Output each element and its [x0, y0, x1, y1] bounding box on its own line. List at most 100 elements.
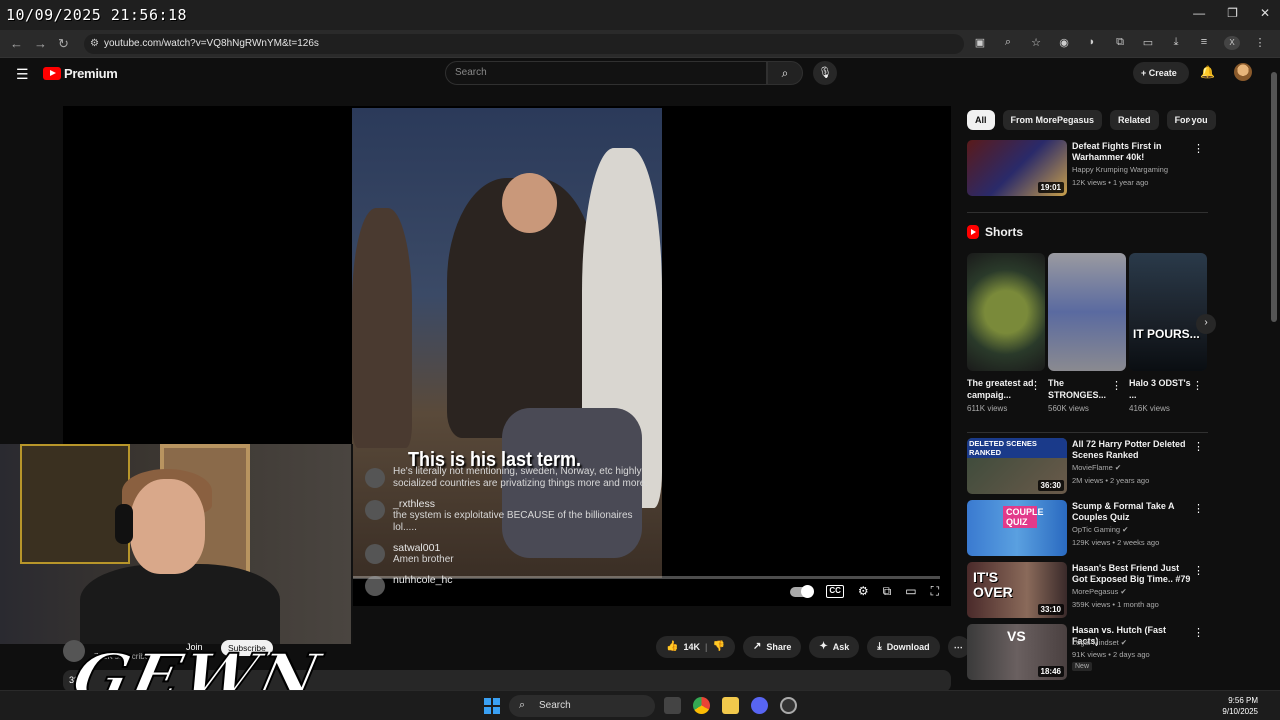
- minimize-button[interactable]: —: [1193, 6, 1205, 20]
- autoplay-toggle[interactable]: [790, 585, 815, 598]
- extensions-puzzle-icon[interactable]: ⧉: [1112, 36, 1128, 50]
- progress-bar[interactable]: [353, 576, 940, 579]
- filter-chips: All From MorePegasus Related For you: [967, 110, 1216, 130]
- video-menu-icon[interactable]: ⋮: [1193, 502, 1204, 515]
- video-menu-icon[interactable]: ⋮: [1193, 440, 1204, 453]
- short-menu-icon[interactable]: ⋮: [1111, 379, 1122, 392]
- ask-button[interactable]: ✦ Ask: [809, 636, 860, 658]
- chip-for-you[interactable]: For you: [1166, 110, 1216, 130]
- chrome-icon[interactable]: [693, 697, 710, 714]
- chips-next-icon[interactable]: ›: [1187, 114, 1191, 126]
- extension-audio-icon[interactable]: ◗: [1084, 36, 1100, 50]
- share-button[interactable]: ↗ Share: [742, 636, 802, 658]
- video-duration: 36:30: [1037, 480, 1064, 491]
- menu-icon[interactable]: ☰: [16, 66, 29, 83]
- video-thumbnail[interactable]: DELETED SCENES RANKED 36:30: [967, 438, 1067, 494]
- shorts-next-button[interactable]: ›: [1196, 314, 1216, 334]
- chip-related[interactable]: Related: [1110, 110, 1159, 130]
- video-menu-icon[interactable]: ⋮: [1193, 626, 1204, 639]
- system-clock[interactable]: 9:56 PM 9/10/2025: [1222, 695, 1258, 717]
- short-item[interactable]: IT POURS... Halo 3 ODST's ... 416K views…: [1129, 253, 1207, 413]
- menu-dots-icon[interactable]: ⋮: [1252, 36, 1268, 50]
- video-menu-icon[interactable]: ⋮: [1193, 564, 1204, 577]
- short-thumbnail[interactable]: [967, 253, 1045, 371]
- short-thumbnail[interactable]: IT POURS...: [1129, 253, 1207, 371]
- short-title[interactable]: The greatest ad campaig...: [967, 377, 1035, 401]
- video-meta: 359K views • 1 month ago: [1072, 600, 1159, 609]
- taskbar-search[interactable]: ⌕ Search: [509, 695, 655, 717]
- video-menu-icon[interactable]: ⋮: [1193, 142, 1204, 155]
- profile-avatar[interactable]: X: [1224, 36, 1240, 50]
- video-thumbnail[interactable]: 19:01: [967, 140, 1067, 196]
- settings-gear-icon[interactable]: ⚙: [858, 584, 869, 599]
- cast-icon[interactable]: ▣: [972, 36, 988, 50]
- windows-start-icon[interactable]: [484, 698, 500, 714]
- short-title[interactable]: The STRONGES...: [1048, 377, 1116, 401]
- obs-icon[interactable]: [780, 697, 797, 714]
- recommended-video[interactable]: 19:01 Defeat Fights First in Warhammer 4…: [967, 140, 1208, 198]
- chip-from-channel[interactable]: From MorePegasus: [1002, 110, 1103, 130]
- bookmark-star-icon[interactable]: ☆: [1028, 36, 1044, 50]
- task-view-icon[interactable]: [664, 697, 681, 714]
- short-item[interactable]: The greatest ad campaig... 611K views ⋮: [967, 253, 1045, 413]
- video-channel[interactable]: OpTic Gaming ✔: [1072, 525, 1128, 534]
- search-icon: ⌕: [781, 66, 789, 80]
- video-thumbnail[interactable]: VS 18:46: [967, 624, 1067, 680]
- maximize-button[interactable]: ❐: [1227, 6, 1238, 20]
- close-button[interactable]: ✕: [1260, 6, 1270, 20]
- video-title[interactable]: Hasan's Best Friend Just Got Exposed Big…: [1072, 563, 1192, 585]
- video-channel[interactable]: MovieFlame ✔: [1072, 463, 1121, 472]
- url-field[interactable]: ⚙ youtube.com/watch?v=VQ8hNgRWnYM&t=126s: [84, 34, 964, 54]
- forward-icon[interactable]: →: [34, 36, 47, 51]
- back-icon[interactable]: ←: [10, 36, 23, 51]
- video-thumbnail[interactable]: COUPLE QUIZ: [967, 500, 1067, 556]
- short-menu-icon[interactable]: ⋮: [1030, 379, 1041, 392]
- zoom-icon[interactable]: ⌕: [1000, 36, 1016, 50]
- ask-label: Ask: [832, 642, 850, 652]
- webcam-person-body: [80, 564, 280, 644]
- user-avatar[interactable]: [1234, 63, 1252, 81]
- video-title[interactable]: Defeat Fights First in Warhammer 40k!: [1072, 141, 1192, 163]
- file-explorer-icon[interactable]: [722, 697, 739, 714]
- chip-all[interactable]: All: [967, 110, 995, 130]
- discord-icon[interactable]: [751, 697, 768, 714]
- short-item[interactable]: The STRONGES... 560K views ⋮: [1048, 253, 1126, 413]
- page-scrollbar[interactable]: [1271, 60, 1277, 690]
- fullscreen-icon[interactable]: ⛶: [931, 584, 939, 599]
- create-button[interactable]: + Create: [1133, 62, 1189, 84]
- subtitles-icon[interactable]: CC: [826, 585, 844, 598]
- short-thumbnail[interactable]: [1048, 253, 1126, 371]
- scroll-thumb[interactable]: [1271, 72, 1277, 322]
- sidebar-icon[interactable]: ▭: [1140, 36, 1156, 50]
- media-icon[interactable]: ≡: [1196, 36, 1212, 50]
- miniplayer-icon[interactable]: ⧉: [883, 584, 892, 599]
- video-title[interactable]: Scump & Formal Take A Couples Quiz: [1072, 501, 1192, 523]
- webcam-poster: [20, 444, 130, 564]
- recommended-video[interactable]: IT'S OVER 33:10 Hasan's Best Friend Just…: [967, 562, 1208, 620]
- download-button[interactable]: ⤓ Download: [867, 636, 940, 658]
- recommended-video[interactable]: DELETED SCENES RANKED 36:30 All 72 Harry…: [967, 438, 1208, 496]
- short-menu-icon[interactable]: ⋮: [1192, 379, 1203, 392]
- video-channel[interactable]: MorePegasus ✔: [1072, 587, 1127, 596]
- theater-mode-icon[interactable]: ▭: [905, 584, 916, 599]
- short-title[interactable]: Halo 3 ODST's ...: [1129, 377, 1197, 401]
- video-thumbnail[interactable]: IT'S OVER 33:10: [967, 562, 1067, 618]
- video-channel[interactable]: Legal Mindset ✔: [1072, 638, 1127, 647]
- download-icon[interactable]: ⤓: [1168, 36, 1184, 50]
- mic-icon: 🎙: [818, 67, 832, 79]
- video-title[interactable]: All 72 Harry Potter Deleted Scenes Ranke…: [1072, 439, 1192, 461]
- search-input[interactable]: Search: [445, 61, 767, 85]
- search-button[interactable]: ⌕: [767, 61, 803, 85]
- notifications-bell-icon[interactable]: 🔔: [1200, 65, 1215, 79]
- voice-search-button[interactable]: 🎙: [813, 61, 837, 85]
- thumbs-down-icon[interactable]: 👎: [713, 641, 725, 658]
- youtube-logo[interactable]: Premium: [43, 66, 118, 81]
- video-channel[interactable]: Happy Krumping Wargaming: [1072, 165, 1168, 174]
- recommended-video[interactable]: COUPLE QUIZ Scump & Formal Take A Couple…: [967, 500, 1208, 558]
- like-button[interactable]: 👍 14K | 👎: [656, 636, 735, 658]
- recommended-video[interactable]: VS 18:46 Hasan vs. Hutch (Fast Facts) Le…: [967, 624, 1208, 682]
- reload-icon[interactable]: ↻: [58, 36, 69, 52]
- site-info-icon[interactable]: ⚙: [90, 38, 99, 49]
- chat-text: He's literally not mentioning, sweden, N…: [393, 466, 649, 489]
- extension-shield-icon[interactable]: ◉: [1056, 36, 1072, 50]
